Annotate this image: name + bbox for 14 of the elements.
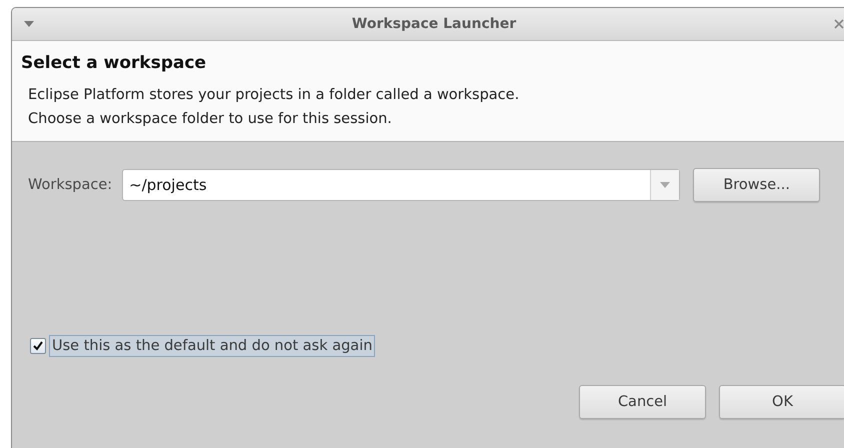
ok-button[interactable]: OK: [719, 385, 844, 419]
workspace-label: Workspace:: [28, 177, 112, 193]
menu-icon[interactable]: [24, 21, 34, 27]
header-title: Select a workspace: [21, 53, 208, 73]
checkbox[interactable]: [30, 338, 46, 354]
checkbox-label[interactable]: Use this as the default and do not ask again: [49, 335, 376, 357]
description-text: Choose a workspace folder to use for this session.: [27, 110, 393, 129]
workspace-combo[interactable]: ~/projects: [122, 169, 680, 201]
description-text: Eclipse Platform stores your projects in a folder called a workspace.: [27, 86, 520, 105]
window-title: Workspace Launcher: [350, 16, 518, 32]
browse-button[interactable]: Browse...: [693, 168, 820, 202]
dropdown-icon: [660, 182, 670, 188]
cancel-button[interactable]: Cancel: [579, 385, 706, 419]
close-icon[interactable]: [834, 19, 844, 29]
